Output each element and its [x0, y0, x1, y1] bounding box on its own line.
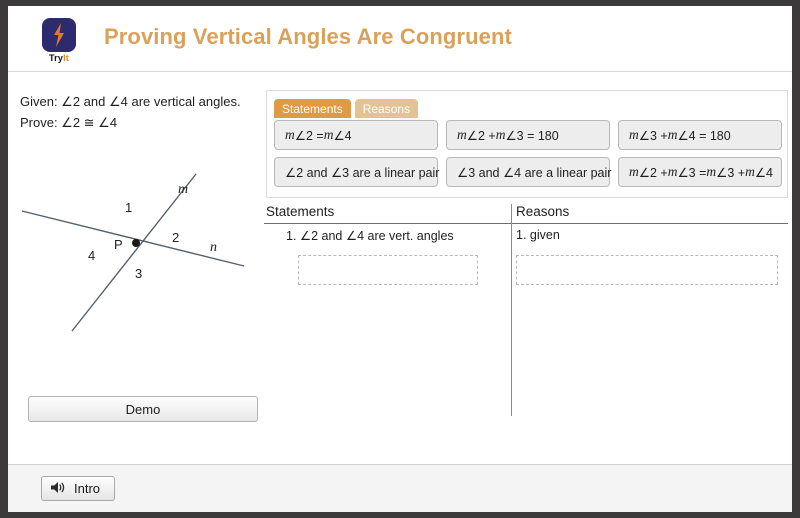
- line-label-n: n: [210, 240, 217, 255]
- point-label-p: P: [114, 237, 123, 252]
- statement-row-1: 1. ∠2 and ∠4 are vert. angles: [286, 229, 454, 243]
- tab-statements[interactable]: Statements: [274, 99, 351, 118]
- diagram-svg: [21, 173, 245, 332]
- logo-caption-it: It: [63, 53, 69, 63]
- two-column-proof: Statements Reasons 1. ∠2 and ∠4 are vert…: [264, 204, 792, 419]
- tile-m2-plus-m3-equals-m3-plus-m4[interactable]: m ∠2 + m ∠3 = m ∠3 + m ∠4: [618, 157, 782, 187]
- column-header-statements: Statements: [266, 204, 335, 219]
- tile-m3-plus-m4-180[interactable]: m ∠3 + m ∠4 = 180: [618, 120, 782, 150]
- angle-label-1: 1: [125, 200, 133, 215]
- speaker-icon: [50, 480, 67, 498]
- tab-reasons[interactable]: Reasons: [354, 99, 419, 118]
- reason-row-1: 1. given: [516, 228, 560, 242]
- app-header: TryIt Proving Vertical Angles Are Congru…: [8, 6, 792, 72]
- vertical-angles-diagram: 1 2 3 4 P m n: [14, 156, 264, 356]
- proof-header-row: Statements Reasons: [264, 204, 788, 224]
- angle-label-4: 4: [88, 248, 96, 263]
- logo: TryIt: [34, 18, 84, 63]
- column-header-reasons: Reasons: [516, 204, 570, 219]
- tile-angle3-angle4-linear-pair[interactable]: ∠3 and ∠4 are a linear pair: [446, 157, 611, 187]
- logo-badge: [42, 18, 76, 52]
- demo-button[interactable]: Demo: [28, 396, 258, 422]
- app-window: TryIt Proving Vertical Angles Are Congru…: [8, 6, 792, 512]
- tiles-tabs: Statements Reasons: [274, 99, 419, 118]
- intro-button-label: Intro: [74, 481, 101, 496]
- statement-dropzone-2[interactable]: [298, 255, 478, 285]
- app-footer: Intro: [8, 464, 792, 512]
- tile-row: m ∠2 = m ∠4 m ∠2 + m ∠3 = 180 m ∠3 + m ∠4 = 18…: [274, 120, 782, 150]
- tile-m2-plus-m3-180[interactable]: m ∠2 + m ∠3 = 180: [446, 120, 610, 150]
- reason-dropzone-2[interactable]: [516, 255, 778, 285]
- line-label-m: m: [178, 182, 189, 197]
- angle-label-2: 2: [172, 230, 180, 245]
- tile-m2-equals-m4[interactable]: m ∠2 = m ∠4: [274, 120, 438, 150]
- answer-tiles-panel: Statements Reasons m ∠2 = m ∠4 m ∠2 + m ∠3 =…: [266, 90, 788, 198]
- column-divider: [511, 204, 512, 416]
- logo-caption: TryIt: [34, 53, 84, 63]
- tile-row: ∠2 and ∠3 are a linear pair ∠3 and ∠4 ar…: [274, 157, 782, 187]
- prove-statement: Prove: ∠2 ≅ ∠4: [20, 115, 118, 130]
- page-title: Proving Vertical Angles Are Congruent: [104, 24, 512, 49]
- given-statement: Given: ∠2 and ∠4 are vertical angles.: [20, 94, 241, 109]
- tile-angle2-angle3-linear-pair[interactable]: ∠2 and ∠3 are a linear pair: [274, 157, 439, 187]
- angle-label-3: 3: [135, 266, 143, 281]
- intro-button[interactable]: Intro: [41, 476, 116, 501]
- logo-caption-try: Try: [48, 53, 64, 63]
